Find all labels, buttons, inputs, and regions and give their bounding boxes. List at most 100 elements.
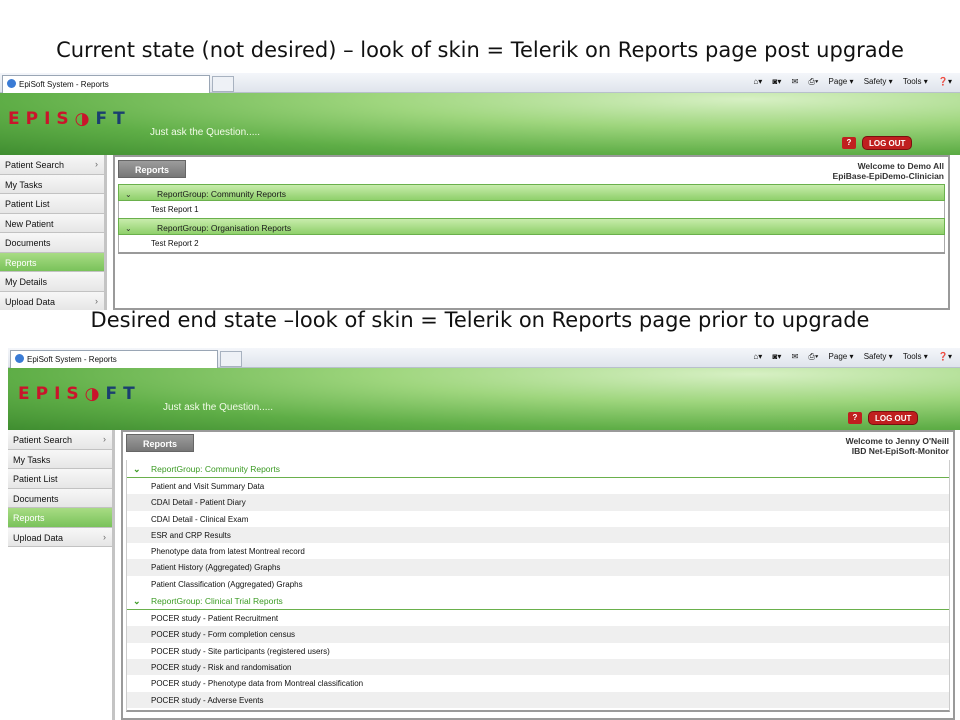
report-group-label: ReportGroup: Clinical Trial Reports <box>151 596 283 607</box>
browser-tab-title: EpiSoft System - Reports <box>27 355 117 364</box>
screenshot-current-state: EpiSoft System - Reports ⌂▾ ◙▾ ✉ ⎙▾ Page… <box>0 73 960 310</box>
mail-icon[interactable]: ✉ <box>792 352 799 361</box>
chevron-down-icon[interactable]: ⌄ <box>125 224 143 233</box>
report-group-header[interactable]: ⌄ ReportGroup: Organisation Reports <box>118 218 945 235</box>
tagline: Just ask the Question..... <box>163 402 274 413</box>
tools-menu[interactable]: Tools ▾ <box>903 352 928 361</box>
report-group-items: Test Report 2 <box>118 235 945 252</box>
welcome-text: Welcome to Demo All EpiBase-EpiDemo-Clini… <box>832 161 944 181</box>
sidebar-nav: Patient Search › My Tasks Patient List New P… <box>0 155 107 310</box>
page-menu[interactable]: Page ▾ <box>829 352 854 361</box>
sidebar-item-label: Documents <box>13 493 59 504</box>
mail-icon[interactable]: ✉ <box>792 77 799 86</box>
sidebar-item-label: Patient List <box>5 199 50 209</box>
report-link[interactable]: Phenotype data from latest Montreal reco… <box>127 543 949 559</box>
new-tab-button[interactable] <box>220 351 242 367</box>
help-button[interactable]: ? <box>848 412 862 424</box>
report-link[interactable]: POCER study - Patient Recruitment <box>127 610 949 626</box>
report-link[interactable]: POCER study - Risk and randomisation <box>127 658 949 676</box>
sidebar-item-my-details[interactable]: My Details <box>0 272 104 292</box>
report-link[interactable]: Test Report 2 <box>118 235 945 252</box>
sidebar-item-reports[interactable]: Reports <box>0 252 104 272</box>
screenshot-desired-state: EpiSoft System - Reports ⌂▾ ◙▾ ✉ ⎙▾ Page… <box>8 348 960 720</box>
command-bar: ⌂▾ ◙▾ ✉ ⎙▾ Page ▾ Safety ▾ Tools ▾ ❓▾ <box>745 77 952 87</box>
help-icon[interactable]: ❓▾ <box>938 77 952 86</box>
report-link[interactable]: Test Report 1 <box>118 201 945 218</box>
chevron-down-icon[interactable]: ⌄ <box>133 464 151 475</box>
report-link[interactable]: POCER study - Phenotype data from Montre… <box>127 675 949 691</box>
sidebar-item-label: Patient Search <box>5 160 65 170</box>
report-link[interactable]: Patient Classification (Aggregated) Grap… <box>127 576 949 592</box>
sidebar-item-label: Documents <box>5 238 51 248</box>
browser-toolbar: EpiSoft System - Reports ⌂▾ ◙▾ ✉ ⎙▾ Page… <box>8 348 960 368</box>
chevron-right-icon: › <box>95 159 98 169</box>
logout-button[interactable]: LOG OUT <box>862 136 913 150</box>
feeds-icon[interactable]: ◙▾ <box>773 352 782 361</box>
sidebar-item-new-patient[interactable]: New Patient <box>0 213 104 233</box>
sidebar-item-label: Upload Data <box>13 532 64 543</box>
report-group-label: ReportGroup: Community Reports <box>151 464 280 474</box>
sidebar-item-label: Patient List <box>13 474 58 484</box>
sidebar-item-label: Reports <box>13 513 45 523</box>
tab-reports[interactable]: Reports <box>126 434 195 452</box>
browser-toolbar: EpiSoft System - Reports ⌂▾ ◙▾ ✉ ⎙▾ Page… <box>0 73 960 93</box>
sidebar-item-documents[interactable]: Documents <box>8 488 112 508</box>
app-banner: EPIS◑FT Just ask the Question..... ? LOG… <box>8 368 960 430</box>
report-link[interactable]: ESR and CRP Results <box>127 526 949 544</box>
reports-list: ⌄ ReportGroup: Community Reports Test Repo… <box>118 184 945 254</box>
report-link[interactable]: Patient History (Aggregated) Graphs <box>127 559 949 576</box>
help-button[interactable]: ? <box>842 137 856 149</box>
reports-list: ⌄ ReportGroup: Community Reports Patient a… <box>126 460 950 712</box>
sidebar-nav: Patient Search › My Tasks Patient List Docum… <box>8 430 115 720</box>
sidebar-item-reports[interactable]: Reports <box>8 508 112 528</box>
sidebar-item-my-tasks[interactable]: My Tasks <box>0 174 104 194</box>
command-bar: ⌂▾ ◙▾ ✉ ⎙▾ Page ▾ Safety ▾ Tools ▾ ❓▾ <box>745 352 952 362</box>
chevron-down-icon[interactable]: ⌄ <box>133 596 151 607</box>
sidebar-item-my-tasks[interactable]: My Tasks <box>8 449 112 469</box>
print-icon[interactable]: ⎙▾ <box>809 352 819 361</box>
browser-tab[interactable]: EpiSoft System - Reports <box>2 75 210 93</box>
sidebar-item-label: Patient Search <box>13 435 73 445</box>
sidebar-item-documents[interactable]: Documents <box>0 233 104 253</box>
sidebar-item-patient-list[interactable]: Patient List <box>0 194 104 214</box>
report-link[interactable]: CDAI Detail - Clinical Exam <box>127 511 949 527</box>
sidebar-item-label: My Tasks <box>5 179 43 190</box>
tab-reports[interactable]: Reports <box>118 160 187 178</box>
sidebar-item-upload-data[interactable]: Upload Data › <box>0 291 104 310</box>
report-group-items: Test Report 1 <box>118 201 945 218</box>
page-menu[interactable]: Page ▾ <box>829 77 854 86</box>
report-link[interactable]: POCER study - Form completion census <box>127 626 949 643</box>
tools-menu[interactable]: Tools ▾ <box>903 77 928 86</box>
logo-swoosh-icon: ◑ <box>74 109 96 129</box>
report-link[interactable]: POCER study - Site participants (registe… <box>127 643 949 659</box>
report-group-header[interactable]: ⌄ ReportGroup: Community Reports <box>118 184 945 201</box>
safety-menu[interactable]: Safety ▾ <box>864 77 893 86</box>
main-panel: Reports Welcome to Demo All EpiBase-EpiDe… <box>113 155 950 310</box>
browser-tab[interactable]: EpiSoft System - Reports <box>10 350 218 368</box>
episoft-logo: EPIS◑FT <box>18 384 141 404</box>
report-group-header[interactable]: ⌄ ReportGroup: Community Reports <box>127 460 949 478</box>
report-link[interactable]: CDAI Detail - Patient Diary <box>127 494 949 511</box>
tagline: Just ask the Question..... <box>150 127 261 138</box>
report-link[interactable]: Patient and Visit Summary Data <box>127 478 949 494</box>
report-link[interactable]: POCER study - Adverse Events <box>127 691 949 708</box>
help-icon[interactable]: ❓▾ <box>938 352 952 361</box>
sidebar-item-upload-data[interactable]: Upload Data › <box>8 527 112 547</box>
report-group-label: ReportGroup: Organisation Reports <box>157 223 292 233</box>
feeds-icon[interactable]: ◙▾ <box>773 77 782 86</box>
home-icon[interactable]: ⌂▾ <box>753 77 762 86</box>
home-icon[interactable]: ⌂▾ <box>753 352 762 361</box>
sidebar-item-patient-list[interactable]: Patient List <box>8 469 112 489</box>
main-panel: Reports Welcome to Jenny O'Neill IBD Net-… <box>121 430 955 720</box>
sidebar-item-label: New Patient <box>5 218 54 229</box>
safety-menu[interactable]: Safety ▾ <box>864 352 893 361</box>
sidebar-item-patient-search[interactable]: Patient Search › <box>0 155 104 175</box>
chevron-down-icon[interactable]: ⌄ <box>125 190 143 199</box>
report-group-header[interactable]: ⌄ ReportGroup: Clinical Trial Reports <box>127 592 949 611</box>
sidebar-item-patient-search[interactable]: Patient Search › <box>8 430 112 450</box>
new-tab-button[interactable] <box>212 76 234 92</box>
ie-icon <box>15 354 24 363</box>
caption-desired-state: Desired end state –look of skin = Teleri… <box>90 308 870 332</box>
print-icon[interactable]: ⎙▾ <box>809 77 819 86</box>
logout-button[interactable]: LOG OUT <box>868 411 919 425</box>
